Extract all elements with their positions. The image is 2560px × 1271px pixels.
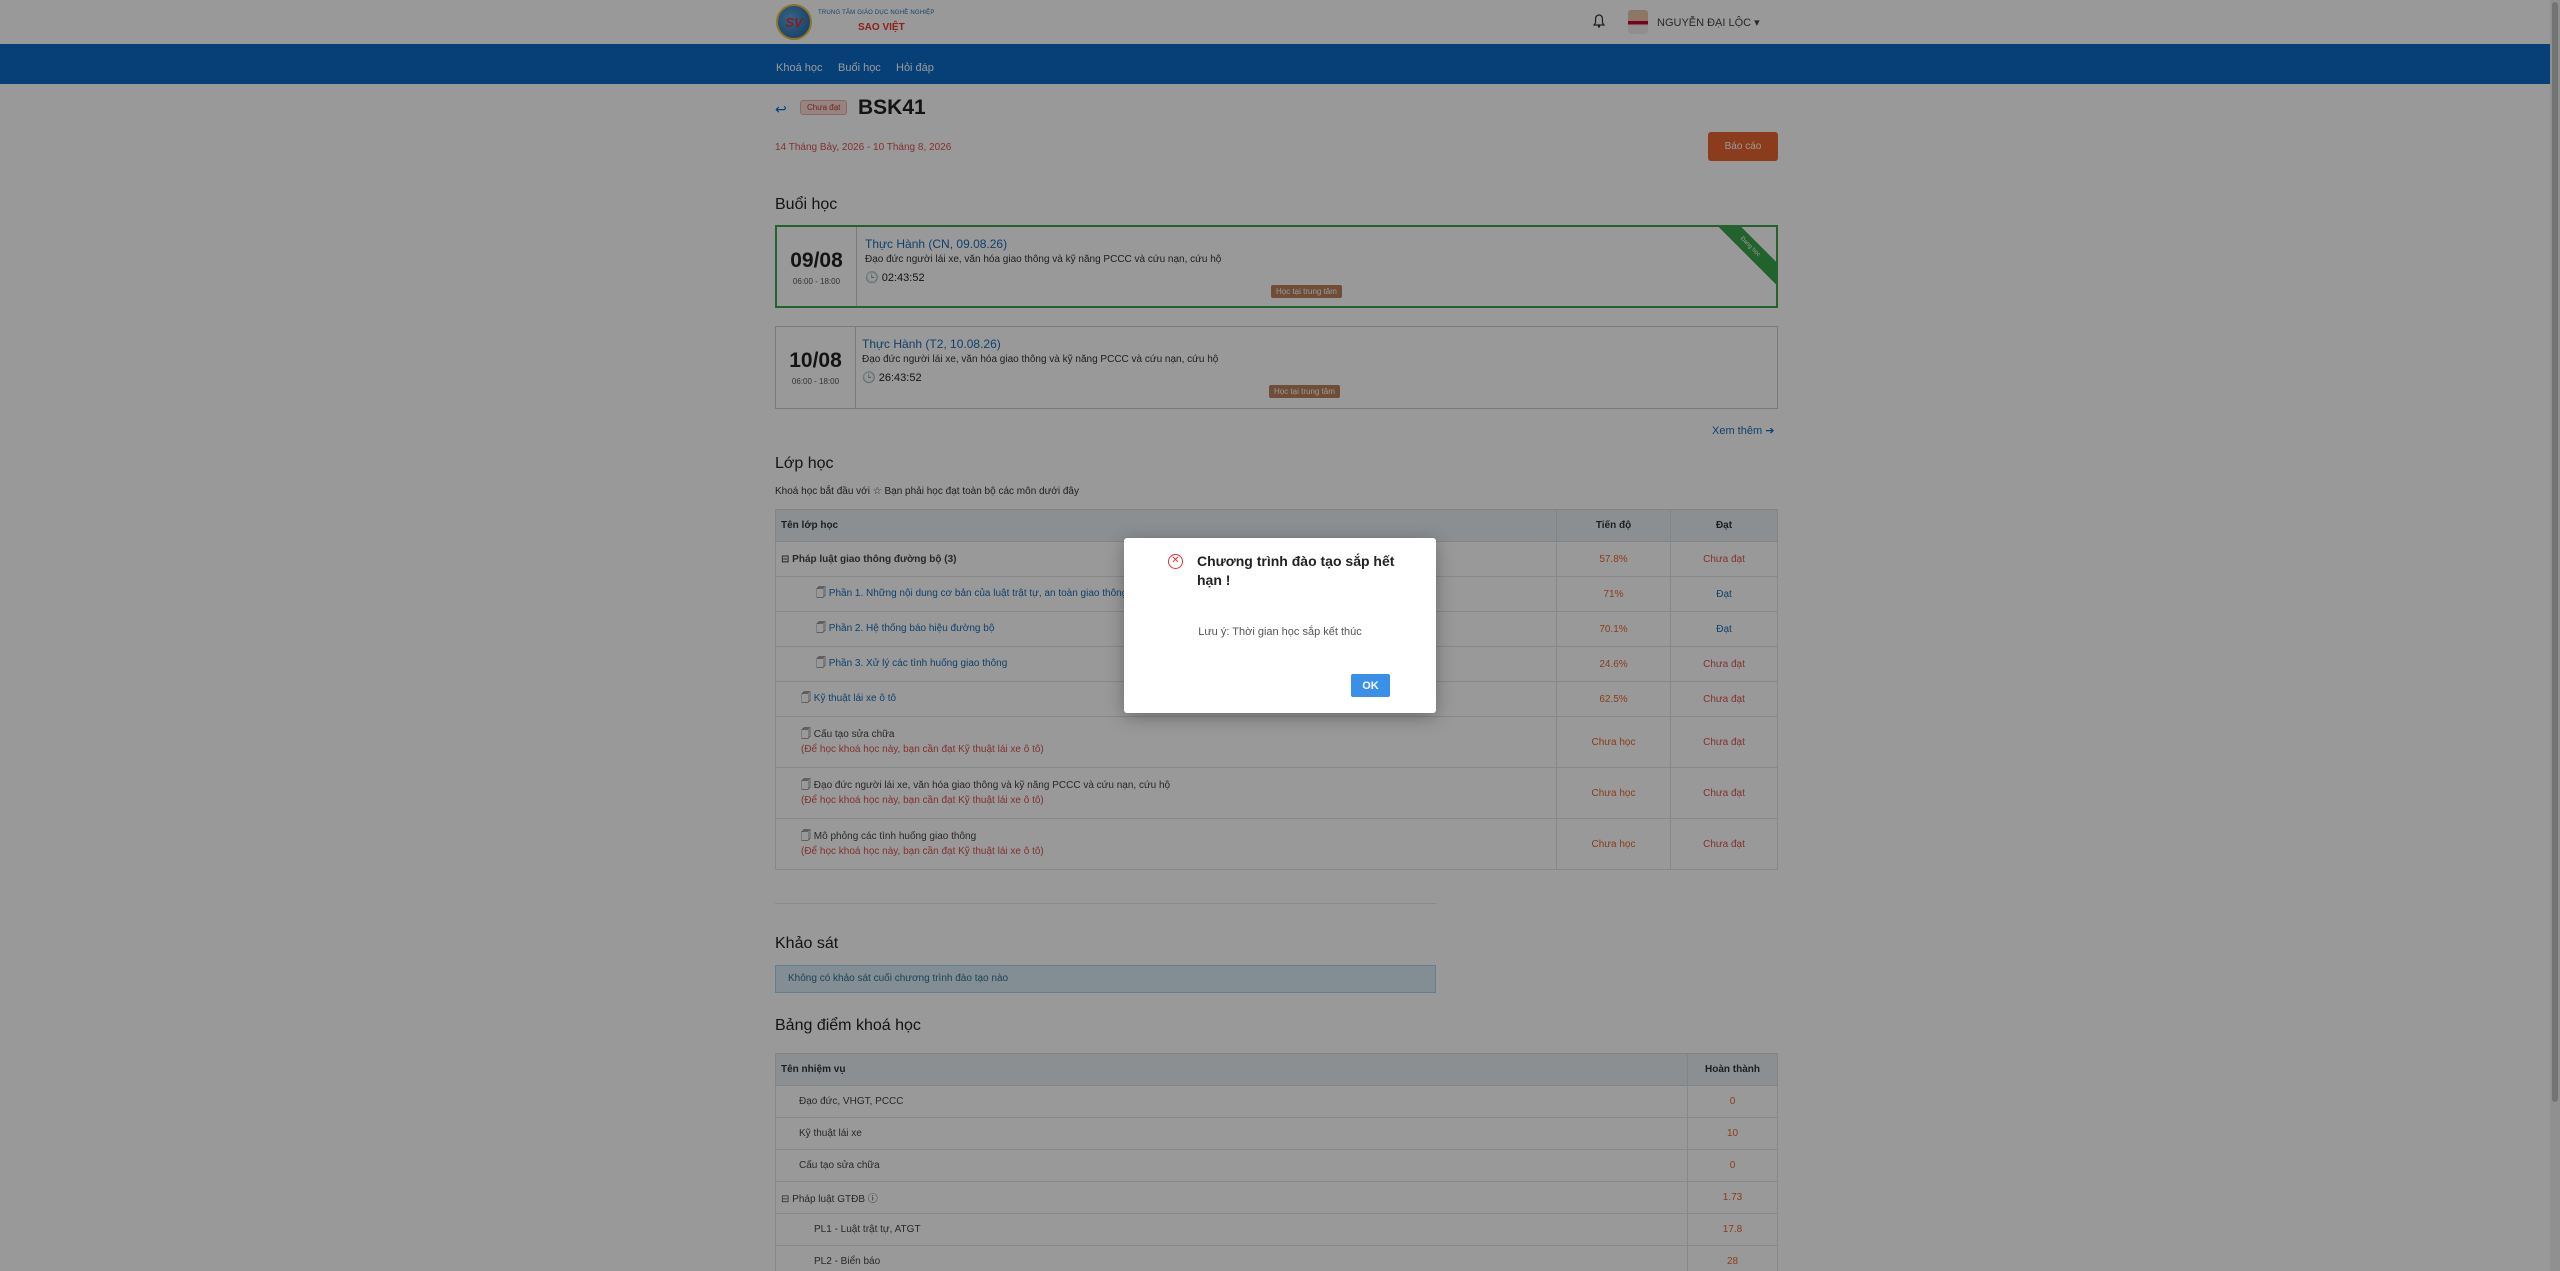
error-icon: ✕ xyxy=(1168,554,1183,569)
expiry-alert-dialog: ✕ Chương trình đào tạo sắp hết hạn ! Lưu… xyxy=(1124,538,1436,713)
dialog-message: Lưu ý: Thời gian học sắp kết thúc xyxy=(1198,626,1362,638)
ok-button[interactable]: OK xyxy=(1351,674,1390,697)
dialog-title: Chương trình đào tạo sắp hết hạn ! xyxy=(1197,553,1395,588)
